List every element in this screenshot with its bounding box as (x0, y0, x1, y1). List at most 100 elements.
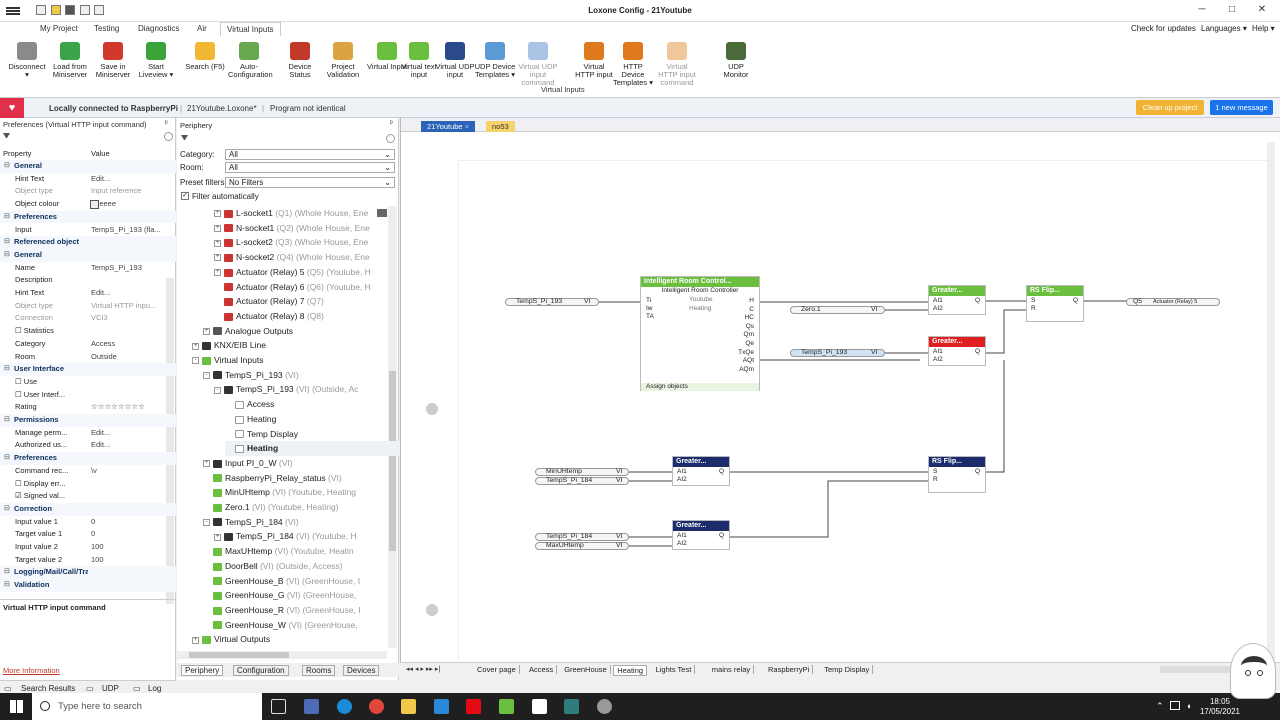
input-ref-name: TempS_Pi_193 (801, 349, 848, 356)
input-ref-temp193a[interactable]: TempS_Pi_193 VI (505, 298, 599, 306)
page-tab[interactable]: Cover page (474, 665, 520, 674)
greater2-input-port[interactable]: AI1 (933, 348, 943, 355)
input-ref-name: TempS_Pi_184 (546, 477, 593, 484)
irc-output-port[interactable]: HC (745, 314, 754, 321)
rs2-input-port[interactable]: S (933, 468, 937, 475)
input-ref-zero[interactable]: Zero.1 VI (790, 306, 885, 314)
clock[interactable]: 18:05 17/05/2021 (1198, 697, 1242, 717)
greater4-input-port[interactable]: AI2 (677, 540, 687, 547)
page-tab[interactable]: GreenHouse (561, 665, 611, 674)
rs1-output-port[interactable]: Q (1073, 297, 1078, 304)
windows-start-icon[interactable] (10, 700, 23, 713)
loxone-icon[interactable] (499, 699, 514, 714)
input-ref-temp184a[interactable]: TempS_Pi_184 VI (535, 477, 629, 485)
input-ref-tag: VI (871, 349, 878, 356)
input-ref-tag: VI (616, 542, 623, 549)
rs2-block[interactable]: RS Flip... S R Q (928, 456, 986, 493)
irc-input-port[interactable]: Ti (646, 297, 651, 304)
output-ref-name: Actuator (Relay) 5 (1153, 299, 1198, 305)
rs1-input-port[interactable]: R (1031, 305, 1036, 312)
irc-output-port[interactable]: C (749, 306, 754, 313)
search-icon (40, 701, 50, 711)
tray-chevron-icon[interactable]: ⌃ (1156, 701, 1164, 712)
app-icon[interactable] (304, 699, 319, 714)
input-ref-name: MaxUHtemp (546, 542, 584, 549)
greater4-output-port[interactable]: Q (719, 532, 724, 539)
page-tab[interactable]: Heating (613, 665, 648, 676)
greater1-output-port[interactable]: Q (975, 297, 980, 304)
network-icon[interactable] (1170, 701, 1180, 710)
input-ref-tag: VI (584, 298, 591, 305)
rs2-input-port[interactable]: R (933, 476, 938, 483)
irc-output-port[interactable]: AQm (739, 366, 754, 373)
assign-objects-link[interactable]: Assign objects (641, 383, 759, 391)
rs2-title: RS Flip... (929, 457, 985, 467)
irc-output-port[interactable]: Qm (744, 331, 754, 338)
clock-date: 17/05/2021 (1199, 707, 1241, 716)
page-tab[interactable]: Access (526, 665, 558, 674)
input-ref-tag: VI (616, 477, 623, 484)
output-ref-tag: Q5 (1133, 298, 1143, 305)
task-view-icon[interactable] (271, 699, 286, 714)
input-ref-name: MinUHtemp (546, 468, 582, 475)
irc-block[interactable]: Intelligent Room Control... Intelligent … (640, 276, 760, 391)
input-ref-minuh[interactable]: MinUHtemp VI (535, 468, 629, 476)
greater2-output-port[interactable]: Q (975, 348, 980, 355)
page-tabbar: ◂◂ ◂ ▸ ▸▸ ▸| Cover page Access GreenHouse H… (400, 662, 1280, 676)
rs2-output-port[interactable]: Q (975, 468, 980, 475)
page-tab[interactable]: Lights Test (653, 665, 696, 674)
input-ref-name: Zero.1 (801, 306, 821, 313)
irc-output-port[interactable]: AQt (743, 357, 754, 364)
taskbar-search-input[interactable]: Type here to search (32, 693, 262, 720)
greater3-input-port[interactable]: AI2 (677, 476, 687, 483)
page-tab[interactable]: mains relay (709, 665, 755, 674)
page-tab[interactable]: Temp Display (821, 665, 874, 674)
input-ref-tag: VI (616, 468, 623, 475)
irc-output-port[interactable]: TxQe (738, 349, 754, 356)
taskbar: Type here to search ⌃ ◖ 18:05 17/05/2021 (0, 643, 1280, 720)
settings-icon[interactable] (597, 699, 612, 714)
mail-icon[interactable] (434, 699, 449, 714)
rs1-input-port[interactable]: S (1031, 297, 1035, 304)
irc-output-port[interactable]: H (749, 297, 754, 304)
greater3-title: Greater... (673, 457, 729, 467)
greater1-input-port[interactable]: AI2 (933, 305, 943, 312)
greater3-input-port[interactable]: AI1 (677, 468, 687, 475)
input-ref-maxuh[interactable]: MaxUHtemp VI (535, 542, 629, 550)
volume-icon[interactable]: ◖ (1186, 701, 1191, 711)
greater2-title: Greater... (929, 337, 985, 347)
greater4-block[interactable]: Greater... AI1 AI2 Q (672, 520, 730, 550)
greater3-output-port[interactable]: Q (719, 468, 724, 475)
greater3-block[interactable]: Greater... AI1 AI2 Q (672, 456, 730, 486)
irc-output-port[interactable]: Qe (745, 340, 754, 347)
avatar (1230, 643, 1276, 699)
edge-icon[interactable] (337, 699, 352, 714)
irc-subtitle: Intelligent Room Controller (661, 287, 739, 294)
input-ref-name: TempS_Pi_184 (546, 533, 593, 540)
irc-output-port[interactable]: Qs (746, 323, 754, 330)
rs1-block[interactable]: RS Flip... S R Q (1026, 285, 1084, 322)
irc-input-port[interactable]: Iw (646, 305, 653, 312)
input-ref-temp193b[interactable]: TempS_Pi_193 VI (790, 349, 885, 357)
netflix-icon[interactable] (466, 699, 481, 714)
page-tab[interactable]: RaspberryPi (765, 665, 814, 674)
irc-input-port[interactable]: TA (646, 313, 654, 320)
greater4-input-port[interactable]: AI1 (677, 532, 687, 539)
input-ref-tag: VI (871, 306, 878, 313)
output-ref-q5[interactable]: Q5 Actuator (Relay) 5 (1126, 298, 1220, 306)
input-ref-temp184b[interactable]: TempS_Pi_184 VI (535, 533, 629, 541)
greater1-title: Greater... (929, 286, 985, 296)
greater1-input-port[interactable]: AI1 (933, 297, 943, 304)
app-icon[interactable] (564, 699, 579, 714)
irc-room: Youtube (689, 296, 713, 303)
search-placeholder: Type here to search (58, 701, 142, 712)
greater4-title: Greater... (673, 521, 729, 531)
page-nav-icons[interactable]: ◂◂ ◂ ▸ ▸▸ ▸| (406, 665, 440, 673)
greater2-block[interactable]: Greater... AI1 AI2 Q (928, 336, 986, 366)
file-explorer-icon[interactable] (401, 699, 416, 714)
document-icon[interactable] (532, 699, 547, 714)
chrome-icon[interactable] (369, 699, 384, 714)
clock-time: 18:05 (1209, 697, 1231, 706)
greater1-block[interactable]: Greater... AI1 AI2 Q (928, 285, 986, 315)
greater2-input-port[interactable]: AI2 (933, 356, 943, 363)
